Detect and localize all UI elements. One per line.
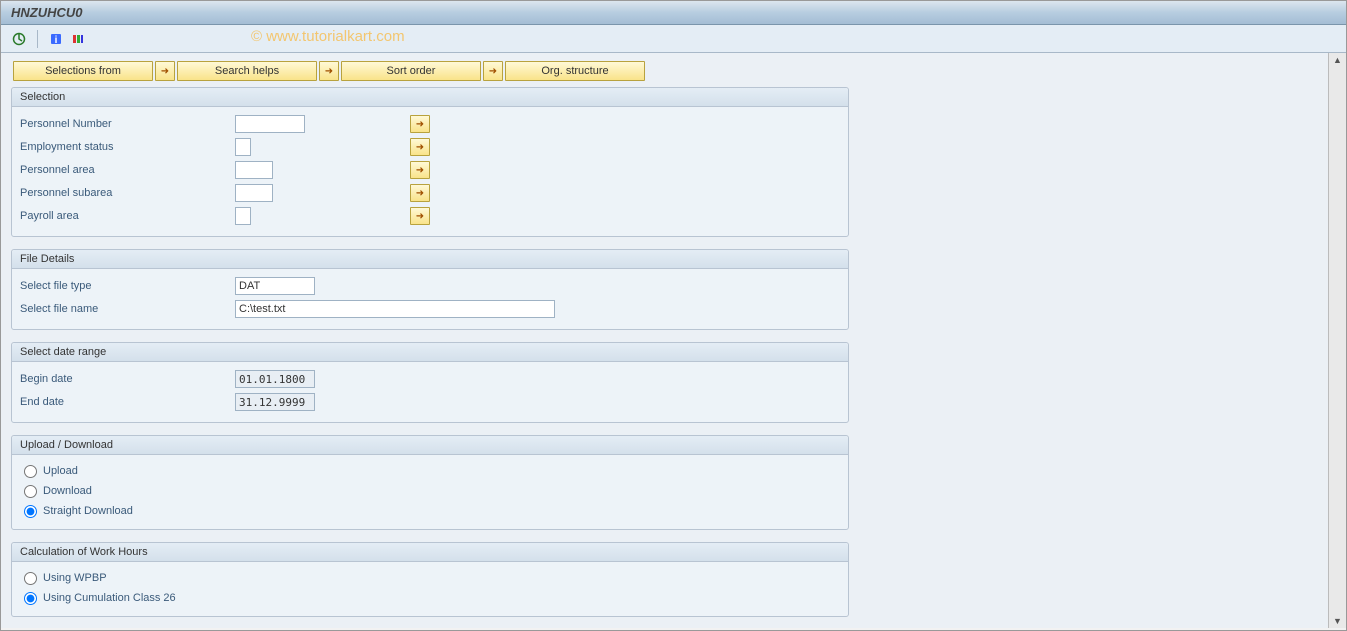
group-header: File Details <box>12 250 848 269</box>
content-area: Selections from ➜ Search helps ➜ Sort or… <box>1 53 1328 628</box>
button-label: Sort order <box>387 65 436 77</box>
field-row: Personnel subarea ➜ <box>20 182 840 204</box>
group-header: Selection <box>12 88 848 107</box>
content-wrapper: Selections from ➜ Search helps ➜ Sort or… <box>1 53 1346 628</box>
straight-download-radio[interactable] <box>24 505 37 518</box>
group-header: Calculation of Work Hours <box>12 543 848 562</box>
employment-status-input[interactable] <box>235 138 251 156</box>
toolbar-separator <box>37 30 38 48</box>
button-label: Selections from <box>45 65 121 77</box>
arrow-right-icon: ➜ <box>325 66 333 77</box>
top-button-row: Selections from ➜ Search helps ➜ Sort or… <box>13 61 1318 81</box>
multi-select-button[interactable]: ➜ <box>410 184 430 202</box>
titlebar: HNZUHCU0 <box>1 1 1346 25</box>
button-label: Search helps <box>215 65 279 77</box>
group-header: Upload / Download <box>12 436 848 455</box>
radio-option-download[interactable]: Download <box>20 481 840 501</box>
group-body: Using WPBP Using Cumulation Class 26 <box>12 562 848 616</box>
field-row: Payroll area ➜ <box>20 205 840 227</box>
search-helps-button[interactable]: Search helps <box>177 61 317 81</box>
arrow-right-icon: ➜ <box>161 66 169 77</box>
field-row: Personnel Number ➜ <box>20 113 840 135</box>
button-label: Org. structure <box>541 65 608 77</box>
group-body: Personnel Number ➜ Employment status ➜ P… <box>12 107 848 236</box>
svg-text:i: i <box>55 35 58 46</box>
radio-label: Upload <box>43 465 78 477</box>
arrow-right-icon: ➜ <box>416 165 424 176</box>
download-radio[interactable] <box>24 485 37 498</box>
field-row: Personnel area ➜ <box>20 159 840 181</box>
field-label: Personnel subarea <box>20 187 235 199</box>
field-row: Employment status ➜ <box>20 136 840 158</box>
field-row: End date <box>20 391 840 413</box>
personnel-number-input[interactable] <box>235 115 305 133</box>
upload-radio[interactable] <box>24 465 37 478</box>
upload-download-group: Upload / Download Upload Download Straig… <box>11 435 849 530</box>
arrow-right-icon: ➜ <box>416 119 424 130</box>
radio-label: Using Cumulation Class 26 <box>43 592 176 604</box>
sort-order-arrow-button[interactable]: ➜ <box>319 61 339 81</box>
date-range-group: Select date range Begin date End date <box>11 342 849 423</box>
group-header: Select date range <box>12 343 848 362</box>
scroll-down-icon[interactable]: ▼ <box>1333 616 1342 626</box>
end-date-input[interactable] <box>235 393 315 411</box>
arrow-right-icon: ➜ <box>416 142 424 153</box>
window-title: HNZUHCU0 <box>11 5 83 20</box>
field-label: Personnel Number <box>20 118 235 130</box>
main-window: HNZUHCU0 i © www.tutorialkart.com Select… <box>0 0 1347 631</box>
field-row: Select file type <box>20 275 840 297</box>
selection-group: Selection Personnel Number ➜ Employment … <box>11 87 849 237</box>
variant-icon[interactable] <box>70 31 86 47</box>
group-body: Upload Download Straight Download <box>12 455 848 529</box>
personnel-subarea-input[interactable] <box>235 184 273 202</box>
selections-from-button[interactable]: Selections from <box>13 61 153 81</box>
radio-label: Straight Download <box>43 505 133 517</box>
radio-option-upload[interactable]: Upload <box>20 461 840 481</box>
app-toolbar: i © www.tutorialkart.com <box>1 25 1346 53</box>
radio-option-wpbp[interactable]: Using WPBP <box>20 568 840 588</box>
multi-select-button[interactable]: ➜ <box>410 161 430 179</box>
field-label: Payroll area <box>20 210 235 222</box>
group-body: Begin date End date <box>12 362 848 422</box>
search-helps-arrow-button[interactable]: ➜ <box>155 61 175 81</box>
begin-date-input[interactable] <box>235 370 315 388</box>
payroll-area-input[interactable] <box>235 207 251 225</box>
file-type-input[interactable] <box>235 277 315 295</box>
info-icon[interactable]: i <box>48 31 64 47</box>
wpbp-radio[interactable] <box>24 572 37 585</box>
org-structure-button[interactable]: Org. structure <box>505 61 645 81</box>
arrow-right-icon: ➜ <box>416 211 424 222</box>
field-label: Employment status <box>20 141 235 153</box>
field-label: Select file name <box>20 303 235 315</box>
radio-option-straight-download[interactable]: Straight Download <box>20 501 840 521</box>
personnel-area-input[interactable] <box>235 161 273 179</box>
field-row: Select file name <box>20 298 840 320</box>
multi-select-button[interactable]: ➜ <box>410 115 430 133</box>
arrow-right-icon: ➜ <box>416 188 424 199</box>
field-label: Personnel area <box>20 164 235 176</box>
field-label: Begin date <box>20 373 235 385</box>
field-row: Begin date <box>20 368 840 390</box>
group-body: Select file type Select file name <box>12 269 848 329</box>
sort-order-button[interactable]: Sort order <box>341 61 481 81</box>
org-structure-arrow-button[interactable]: ➜ <box>483 61 503 81</box>
arrow-right-icon: ➜ <box>489 66 497 77</box>
vertical-scrollbar[interactable]: ▲ ▼ <box>1328 53 1346 628</box>
file-details-group: File Details Select file type Select fil… <box>11 249 849 330</box>
file-name-input[interactable] <box>235 300 555 318</box>
multi-select-button[interactable]: ➜ <box>410 207 430 225</box>
watermark-text: © www.tutorialkart.com <box>251 28 405 45</box>
radio-label: Using WPBP <box>43 572 107 584</box>
field-label: End date <box>20 396 235 408</box>
radio-option-cum26[interactable]: Using Cumulation Class 26 <box>20 588 840 608</box>
calc-work-hours-group: Calculation of Work Hours Using WPBP Usi… <box>11 542 849 617</box>
cum26-radio[interactable] <box>24 592 37 605</box>
radio-label: Download <box>43 485 92 497</box>
multi-select-button[interactable]: ➜ <box>410 138 430 156</box>
field-label: Select file type <box>20 280 235 292</box>
execute-icon[interactable] <box>11 31 27 47</box>
scroll-up-icon[interactable]: ▲ <box>1333 55 1342 65</box>
